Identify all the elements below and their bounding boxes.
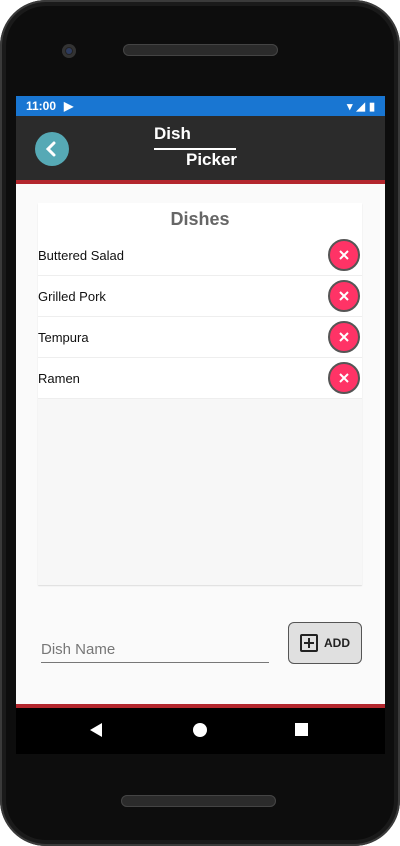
dish-name: Buttered Salad	[38, 247, 125, 263]
list-item: Ramen	[38, 358, 362, 399]
dish-name: Tempura	[38, 329, 89, 345]
remove-button[interactable]	[328, 321, 360, 353]
dish-name-input[interactable]	[41, 637, 269, 663]
remove-button[interactable]	[328, 280, 360, 312]
card-header: Dishes	[38, 203, 362, 236]
remove-button[interactable]	[328, 362, 360, 394]
main-content: Dishes Buttered Salad Grilled Pork Tempu…	[16, 184, 385, 708]
battery-icon: ▮	[368, 100, 375, 113]
speaker-top	[123, 44, 278, 56]
nav-back-icon[interactable]	[90, 723, 102, 737]
close-icon	[339, 250, 349, 260]
status-icons: ▾ ◢ ▮	[347, 100, 375, 113]
back-button[interactable]	[35, 132, 69, 166]
add-label: ADD	[324, 636, 350, 650]
list-item: Buttered Salad	[38, 235, 362, 276]
nav-recents-icon[interactable]	[295, 723, 308, 736]
title-top: Dish	[154, 124, 191, 143]
dish-input-wrap	[41, 637, 269, 663]
dish-name: Ramen	[38, 370, 80, 386]
play-icon: ▶	[64, 99, 74, 113]
dish-name: Grilled Pork	[38, 288, 106, 304]
remove-button[interactable]	[328, 239, 360, 271]
page-title: Dish Picker	[154, 124, 264, 174]
add-button[interactable]: ADD	[288, 622, 362, 664]
close-icon	[339, 291, 349, 301]
title-bottom: Picker	[186, 150, 238, 169]
status-bar: 11:00 ▶ ▾ ◢ ▮	[16, 96, 385, 116]
chevron-left-icon	[45, 141, 56, 157]
nav-home-icon[interactable]	[193, 723, 207, 737]
camera-icon	[62, 44, 76, 58]
list-item: Tempura	[38, 317, 362, 358]
system-nav-bar	[16, 708, 385, 754]
device-frame: 11:00 ▶ ▾ ◢ ▮ Dish Picker Dishes Buttere…	[0, 0, 400, 846]
status-time: 11:00	[26, 99, 57, 113]
dish-list: Buttered Salad Grilled Pork Tempura Rame…	[38, 235, 362, 399]
app-toolbar: Dish Picker	[16, 116, 385, 180]
dishes-card: Dishes Buttered Salad Grilled Pork Tempu…	[38, 203, 362, 585]
signal-icon: ◢	[356, 100, 365, 113]
app-screen: 11:00 ▶ ▾ ◢ ▮ Dish Picker Dishes Buttere…	[16, 96, 385, 708]
close-icon	[339, 332, 349, 342]
speaker-bottom	[121, 795, 276, 807]
close-icon	[339, 373, 349, 383]
wifi-icon: ▾	[346, 100, 353, 113]
list-item: Grilled Pork	[38, 276, 362, 317]
plus-box-icon	[300, 634, 318, 652]
